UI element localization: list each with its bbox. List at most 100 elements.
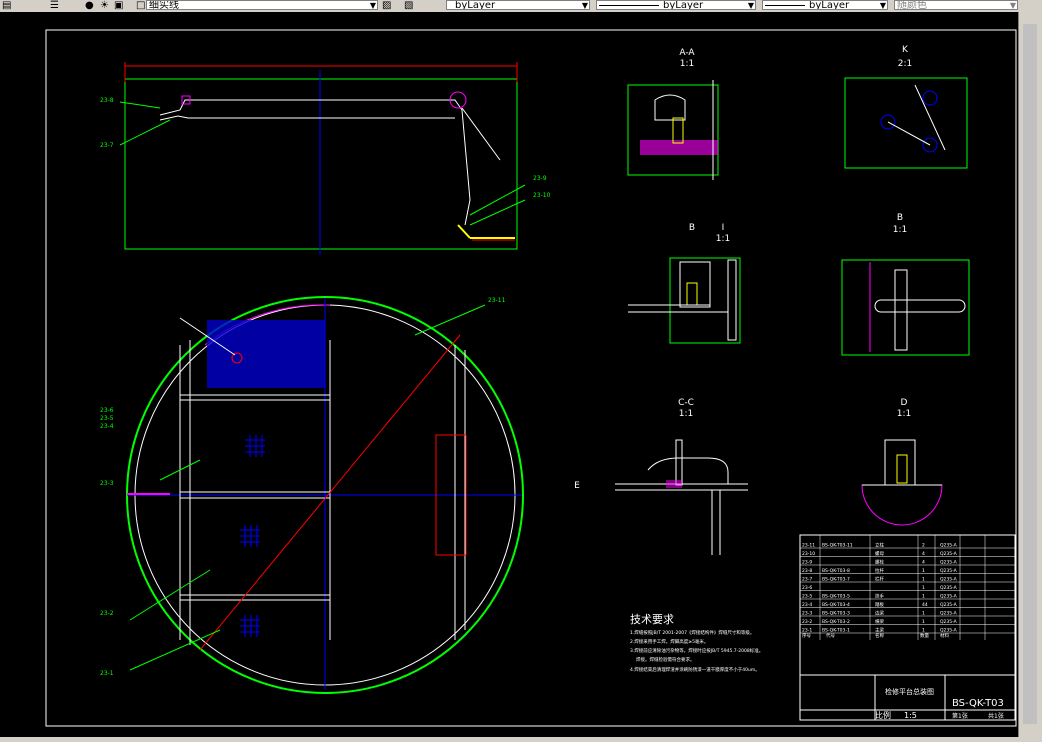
linetype-dropdown[interactable]: byLayer ▼ <box>596 0 756 10</box>
parts-cell-mat: Q235-A <box>940 560 958 566</box>
status-bar <box>0 737 1042 742</box>
parts-cell-qty: 1 <box>922 568 925 574</box>
parts-cell-no: 23-7 <box>802 577 812 583</box>
title-block: 检修平台总装图 BS-QK-T03 比例 1:5 第1张 共1张 <box>800 674 1015 720</box>
section-b-scale: 1:1 <box>893 225 907 235</box>
lineweight-value: byLayer <box>809 0 850 10</box>
chevron-down-icon: ▼ <box>747 1 754 10</box>
scale-label: 比例 <box>875 710 891 720</box>
parts-cell-name: 立柱 <box>875 542 884 549</box>
layer-name: 细实线 <box>149 0 179 10</box>
parts-cell-mat: Q235-A <box>940 568 958 574</box>
callout: 23-11 <box>488 297 506 304</box>
parts-cell-no: 23-5 <box>802 594 812 600</box>
parts-cell-qty: 1 <box>922 611 925 617</box>
parts-cell-code: BS-QK-T03-7 <box>822 577 850 583</box>
callout: 23-1 <box>100 670 114 677</box>
parts-cell-no: 23-2 <box>802 619 812 625</box>
layer-states-icon[interactable]: ☰ <box>50 0 59 11</box>
parts-cell-name: 拉杆 <box>875 567 884 574</box>
parts-cell-qty: 1 <box>922 628 925 634</box>
color-value: byLayer <box>455 0 496 10</box>
scale-value: 1:5 <box>904 711 917 720</box>
parts-cell-qty: 4 <box>922 560 925 566</box>
section-k-title: K <box>902 45 909 55</box>
parts-cell-code: BS-QK-T03-11 <box>822 543 853 549</box>
tech-req-heading: 技术要求 <box>630 613 674 626</box>
parts-cell-no: 23-6 <box>802 585 812 591</box>
parts-cell-mat: Q235-A <box>940 611 958 617</box>
callout: 23-7 <box>100 142 114 149</box>
callout: 23-4 <box>100 423 114 430</box>
parts-cell-code: BS-QK-T03-4 <box>822 602 850 608</box>
tech-req-item: 1.焊缝按照JB/T 2001-2007《焊接结构件》焊缝尺寸和等级。 <box>630 629 754 636</box>
drawing-title: 检修平台总装图 <box>885 687 934 696</box>
parts-cell-qty: 1 <box>922 585 925 591</box>
callout: 23-5 <box>100 415 114 422</box>
section-aa <box>627 80 719 180</box>
callout: 23-10 <box>533 192 551 199</box>
parts-cell-qty: 44 <box>922 602 928 608</box>
parts-cell-code: BS-QK-T03-1 <box>822 628 850 634</box>
plan-view <box>126 296 524 694</box>
layer-manager-icon[interactable]: ▤ <box>2 0 11 11</box>
chevron-down-icon: ▼ <box>879 1 886 10</box>
sheet-number: 第1张 <box>952 712 968 720</box>
section-b <box>841 259 970 356</box>
parts-cell-qty: 1 <box>922 594 925 600</box>
parts-cell-no: 23-9 <box>802 560 812 566</box>
parts-cell-mat: Q235-A <box>940 585 958 591</box>
parts-header-mat: 材料 <box>940 632 949 639</box>
parts-cell-name: 横梁 <box>875 618 884 625</box>
lineweight-dropdown[interactable]: byLayer ▼ <box>762 0 888 10</box>
parts-cell-mat: Q235-A <box>940 628 958 634</box>
parts-cell-name: 主梁 <box>875 627 884 634</box>
plotstyle-dropdown[interactable]: 随颜色 ▼ <box>894 0 1018 10</box>
layer-previous-icon[interactable]: ▧ <box>404 0 413 11</box>
parts-header-code: 代号 <box>826 632 835 639</box>
parts-cell-no: 23-8 <box>802 568 812 574</box>
section-cc <box>615 439 748 555</box>
parts-cell-name: 螺母 <box>875 550 884 557</box>
section-d-title: D <box>901 398 908 408</box>
parts-cell-code: BS-QK-T03-5 <box>822 594 850 600</box>
parts-cell-qty: 4 <box>922 551 925 557</box>
parts-cell-no: 23-1 <box>802 628 812 634</box>
chevron-down-icon: ▼ <box>581 1 588 10</box>
parts-cell-mat: Q235-A <box>940 543 958 549</box>
parts-cell-no: 23-4 <box>802 602 812 608</box>
front-view <box>119 62 526 255</box>
section-d <box>861 439 943 526</box>
color-square-icon: □ <box>136 0 146 11</box>
section-d-scale: 1:1 <box>897 409 911 419</box>
view-marker-e: E <box>574 481 580 491</box>
drawing-canvas[interactable]: A-A 1:1 K 2:1 B I 1:1 B 1:1 C-C 1:1 E D … <box>0 12 1018 740</box>
layer-dropdown[interactable]: 细实线 ▼ <box>146 0 378 10</box>
section-i-title: I <box>722 223 725 233</box>
make-current-icon[interactable]: ▨ <box>382 0 391 11</box>
sun-icon[interactable]: ☀ <box>100 0 109 11</box>
parts-cell-mat: Q235-A <box>940 619 958 625</box>
parts-cell-code: BS-QK-T03-3 <box>822 611 850 617</box>
drawing-border <box>45 29 1017 727</box>
section-i <box>628 257 741 344</box>
callout: 23-6 <box>100 407 114 414</box>
bulb-icon[interactable]: ● <box>85 0 94 11</box>
chevron-down-icon: ▼ <box>369 1 376 10</box>
parts-cell-mat: Q235-A <box>940 577 958 583</box>
parts-header-no: 序号 <box>802 632 811 639</box>
section-cc-scale: 1:1 <box>679 409 693 419</box>
section-k <box>844 77 968 169</box>
technical-requirements: 技术要求 1.焊缝按照JB/T 2001-2007《焊接结构件》焊缝尺寸和等级。… <box>630 613 763 673</box>
section-aa-scale: 1:1 <box>680 59 694 69</box>
tech-req-item: 4.焊接结束后清理焊渣并涂刷防锈漆一道干膜厚度不小于40um。 <box>630 666 760 673</box>
parts-cell-qty: 2 <box>922 543 925 549</box>
vertical-scrollbar[interactable] <box>1018 12 1042 742</box>
parts-cell-mat: Q235-A <box>940 551 958 557</box>
color-dropdown[interactable]: byLayer ▼ <box>446 0 590 10</box>
tech-req-item: 焊接。焊缝检验需符合要求。 <box>636 656 695 663</box>
callout: 23-9 <box>533 175 547 182</box>
lock-icon[interactable]: ▣ <box>114 0 123 11</box>
section-i-scale: 1:1 <box>716 234 730 244</box>
section-i-marker: B <box>689 223 695 233</box>
